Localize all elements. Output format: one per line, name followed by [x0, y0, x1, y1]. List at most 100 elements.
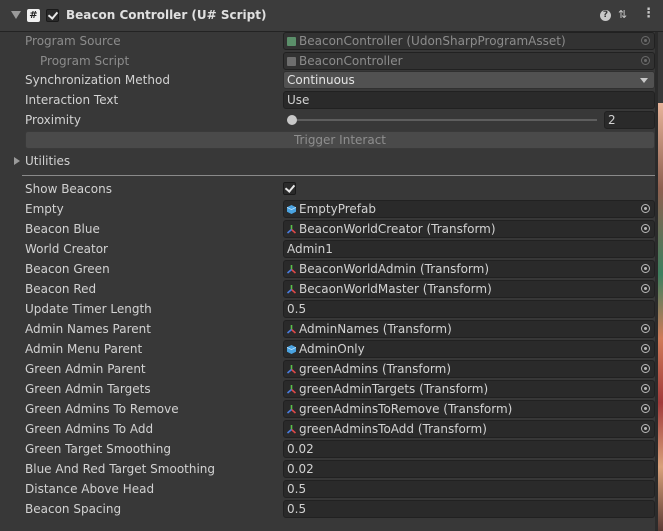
program-source-label: Program Source [25, 34, 121, 48]
green-admins-remove-field[interactable]: greenAdminsToRemove (Transform) [283, 400, 655, 418]
object-picker-icon[interactable] [641, 384, 650, 393]
beacon-spacing-field[interactable]: 0.5 [283, 500, 655, 518]
beacon-spacing-label: Beacon Spacing [25, 502, 122, 516]
dropdown-arrow-icon [640, 78, 648, 83]
program-script-label: Program Script [40, 54, 130, 68]
beacon-blue-label: Beacon Blue [25, 222, 100, 236]
object-picker-icon[interactable] [641, 264, 650, 273]
admin-names-parent-value: AdminNames (Transform) [299, 322, 452, 336]
row-admin-names-parent: Admin Names Parent AdminNames (Transform… [0, 319, 655, 339]
object-picker-icon[interactable] [641, 204, 650, 213]
show-beacons-checkbox[interactable] [283, 182, 296, 195]
row-green-target-smoothing: Green Target Smoothing 0.02 [0, 439, 655, 459]
beacon-red-label: Beacon Red [25, 282, 97, 296]
sync-method-dropdown[interactable]: Continuous [283, 71, 655, 89]
udon-asset-icon [287, 37, 296, 46]
admin-menu-parent-field[interactable]: AdminOnly [283, 340, 655, 358]
help-icon[interactable]: ? [600, 10, 611, 21]
blue-red-smoothing-field[interactable]: 0.02 [283, 460, 655, 478]
prefab-icon [287, 345, 296, 354]
green-admin-parent-field[interactable]: greenAdmins (Transform) [283, 360, 655, 378]
foldout-arrow-icon[interactable] [14, 157, 20, 165]
row-beacon-blue: Beacon Blue BeaconWorldCreator (Transfor… [0, 219, 655, 239]
row-green-admin-targets: Green Admin Targets greenAdminTargets (T… [0, 379, 655, 399]
empty-value: EmptyPrefab [299, 202, 376, 216]
green-target-smoothing-label: Green Target Smoothing [25, 442, 171, 456]
row-green-admins-remove: Green Admins To Remove greenAdminsToRemo… [0, 399, 655, 419]
object-picker-icon[interactable] [641, 284, 650, 293]
sync-method-label: Synchronization Method [25, 73, 170, 87]
row-update-timer: Update Timer Length 0.5 [0, 299, 655, 319]
admin-names-parent-field[interactable]: AdminNames (Transform) [283, 320, 655, 338]
row-sync-method: Synchronization Method Continuous [0, 70, 655, 90]
program-script-field: BeaconController [283, 52, 655, 70]
transform-icon [287, 365, 296, 374]
row-program-script: Program Script BeaconController [0, 51, 655, 71]
distance-above-head-field[interactable]: 0.5 [283, 480, 655, 498]
program-source-value: BeaconController (UdonSharpProgramAsset) [299, 34, 566, 48]
trigger-interact-button[interactable]: Trigger Interact [25, 131, 655, 149]
object-picker-icon[interactable] [641, 324, 650, 333]
checkmark-icon [47, 9, 59, 20]
green-admins-add-value: greenAdminsToAdd (Transform) [299, 422, 487, 436]
green-admin-parent-label: Green Admin Parent [25, 362, 146, 376]
interaction-text-field[interactable]: Use [283, 91, 655, 109]
row-beacon-red: Beacon Red BecaonWorldMaster (Transform) [0, 279, 655, 299]
admin-menu-parent-label: Admin Menu Parent [25, 342, 143, 356]
empty-label: Empty [25, 202, 64, 216]
proximity-value: 2 [608, 113, 616, 127]
empty-object-field[interactable]: EmptyPrefab [283, 200, 655, 218]
transform-icon [287, 325, 296, 334]
row-trigger-interact: Trigger Interact [0, 130, 655, 150]
beacon-red-field[interactable]: BecaonWorldMaster (Transform) [283, 280, 655, 298]
row-green-admins-add: Green Admins To Add greenAdminsToAdd (Tr… [0, 419, 655, 439]
row-program-source: Program Source BeaconController (UdonSha… [0, 31, 655, 51]
object-picker-icon[interactable] [641, 404, 650, 413]
proximity-slider-thumb[interactable] [287, 115, 297, 125]
beacon-green-label: Beacon Green [25, 262, 110, 276]
green-admins-remove-label: Green Admins To Remove [25, 402, 179, 416]
proximity-value-field[interactable]: 2 [604, 111, 655, 129]
script-icon: # [27, 9, 40, 22]
admin-names-parent-label: Admin Names Parent [25, 322, 151, 336]
beacon-green-field[interactable]: BeaconWorldAdmin (Transform) [283, 260, 655, 278]
green-admins-add-field[interactable]: greenAdminsToAdd (Transform) [283, 420, 655, 438]
collapse-arrow-icon[interactable] [11, 11, 21, 19]
row-show-beacons: Show Beacons [0, 179, 655, 199]
component-header[interactable]: # Beacon Controller (U# Script) ? ⇅ ⋮ [0, 0, 663, 32]
row-blue-red-smoothing: Blue And Red Target Smoothing 0.02 [0, 459, 655, 479]
row-utilities[interactable]: Utilities [0, 151, 655, 171]
blue-red-smoothing-label: Blue And Red Target Smoothing [25, 462, 216, 476]
green-admin-targets-field[interactable]: greenAdminTargets (Transform) [283, 380, 655, 398]
program-source-field: BeaconController (UdonSharpProgramAsset) [283, 32, 655, 50]
object-picker-icon[interactable] [641, 364, 650, 373]
beacon-green-value: BeaconWorldAdmin (Transform) [299, 262, 490, 276]
row-beacon-green: Beacon Green BeaconWorldAdmin (Transform… [0, 259, 655, 279]
row-beacon-spacing: Beacon Spacing 0.5 [0, 499, 655, 519]
context-menu-icon[interactable]: ⋮ [642, 6, 655, 21]
preset-icon[interactable]: ⇅ [618, 8, 627, 21]
object-picker-icon [641, 56, 650, 65]
object-picker-icon[interactable] [641, 224, 650, 233]
interaction-text-label: Interaction Text [25, 93, 119, 107]
row-empty: Empty EmptyPrefab [0, 199, 655, 219]
green-admins-add-label: Green Admins To Add [25, 422, 154, 436]
utilities-label[interactable]: Utilities [25, 154, 70, 168]
beacon-blue-field[interactable]: BeaconWorldCreator (Transform) [283, 220, 655, 238]
object-picker-icon[interactable] [641, 424, 650, 433]
section-divider [22, 175, 655, 176]
prefab-icon [287, 205, 296, 214]
green-target-smoothing-value: 0.02 [287, 442, 314, 456]
checkmark-icon [284, 182, 296, 193]
row-admin-menu-parent: Admin Menu Parent AdminOnly [0, 339, 655, 359]
proximity-label: Proximity [25, 113, 81, 127]
enabled-checkbox[interactable] [46, 9, 59, 22]
row-interaction-text: Interaction Text Use [0, 90, 655, 110]
green-target-smoothing-field[interactable]: 0.02 [283, 440, 655, 458]
world-creator-field[interactable]: Admin1 [283, 240, 655, 258]
object-picker-icon[interactable] [641, 344, 650, 353]
cs-script-icon [287, 57, 296, 66]
scene-view-background [658, 103, 663, 531]
update-timer-field[interactable]: 0.5 [283, 300, 655, 318]
proximity-slider-track[interactable] [287, 119, 597, 121]
